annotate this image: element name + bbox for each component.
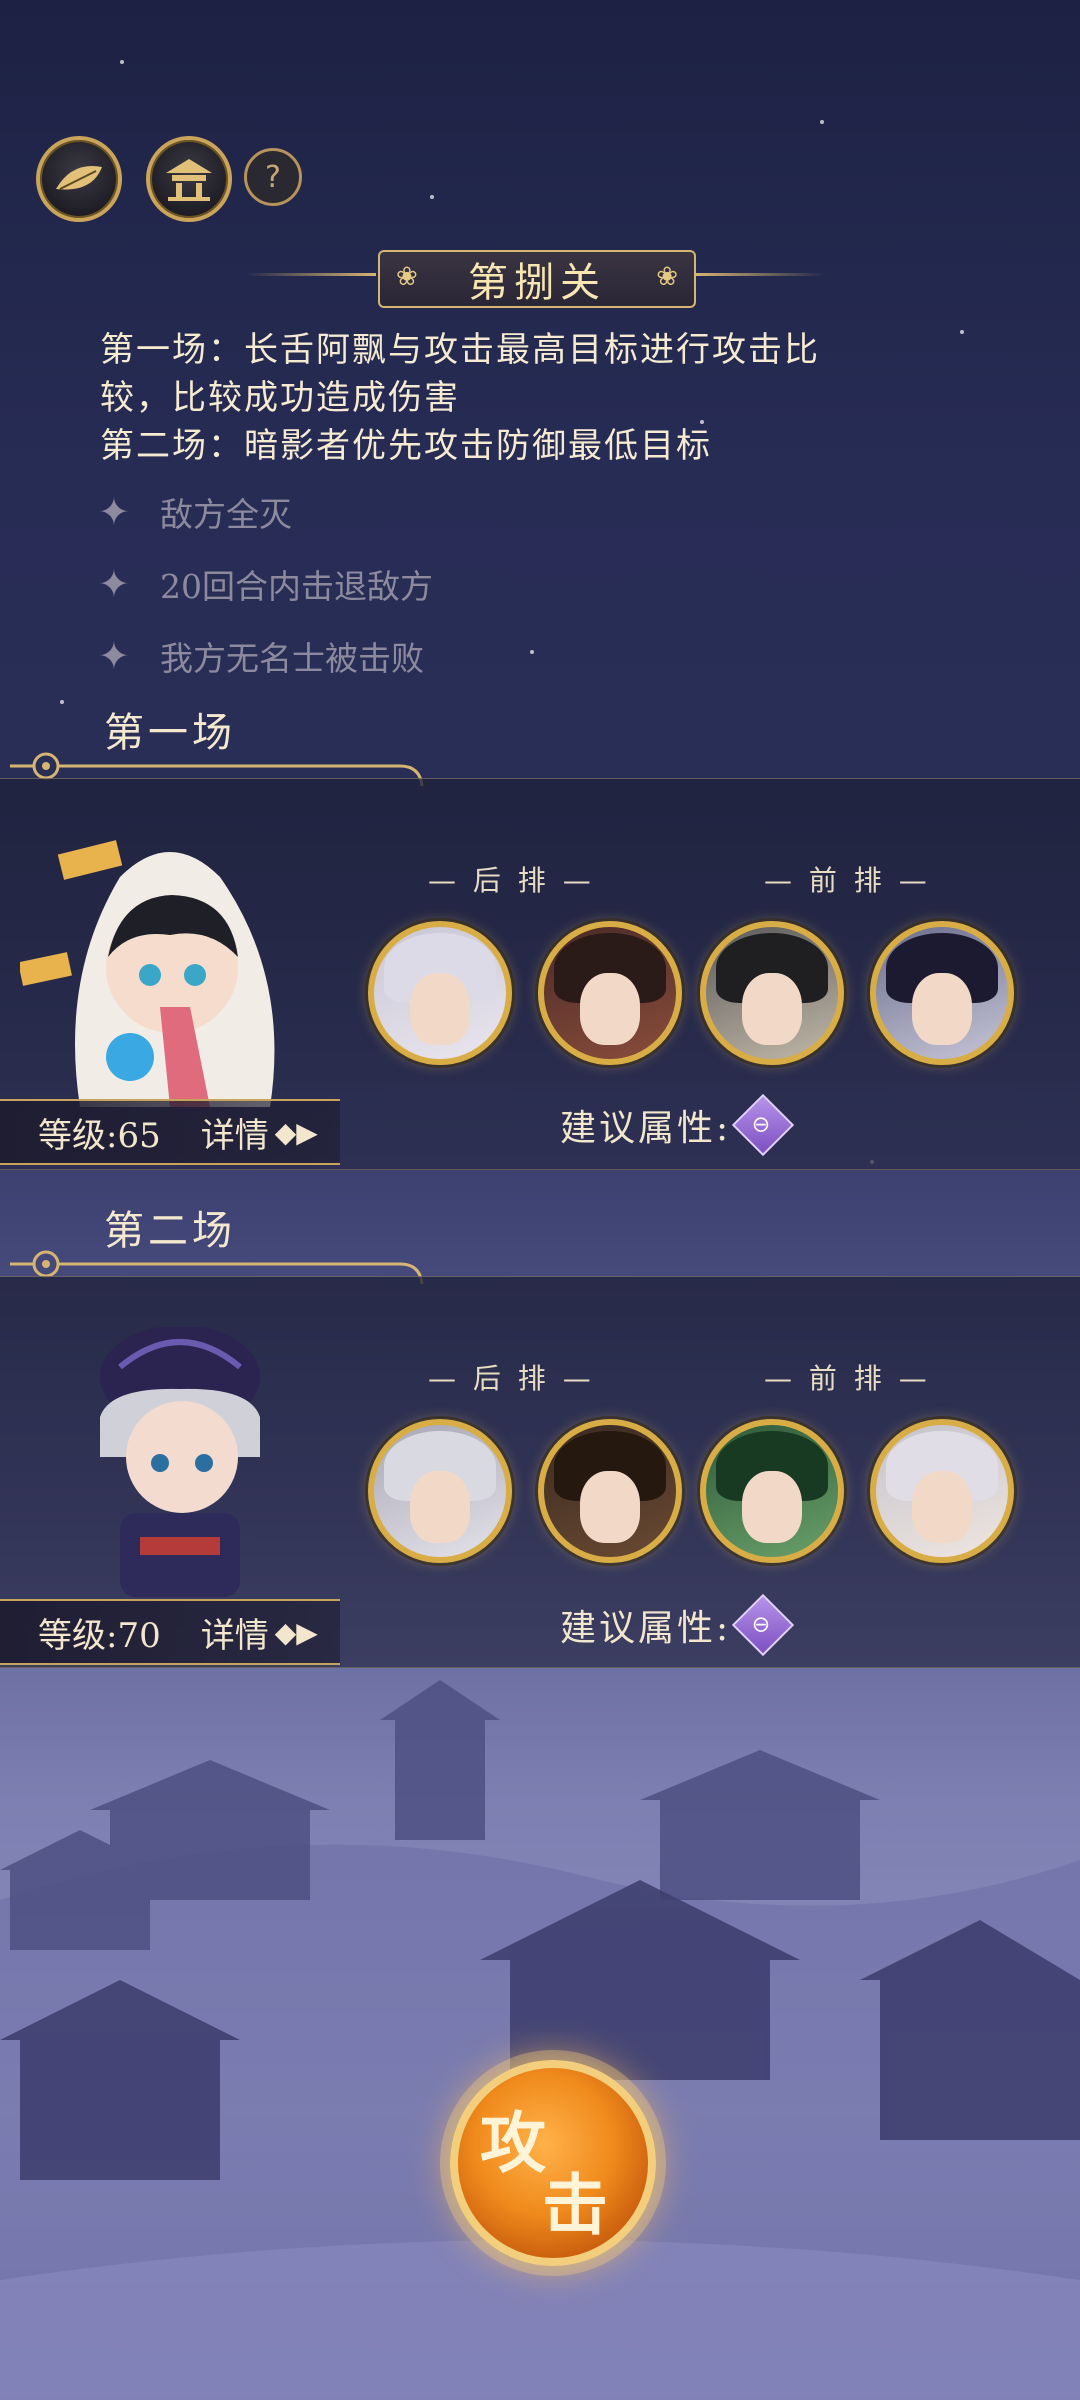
front-row-label: — 前 排 — [764,1362,931,1395]
level-text: 等级:65 [38,1115,161,1156]
front-row-label: — 前 排 — [764,864,931,897]
boss-shadow-avatar[interactable] [70,1327,290,1597]
battle-1-level-bar: 等级:65 详情 ◆▶ [0,1099,340,1165]
banner-line-left [246,273,376,276]
detail-button[interactable]: 详情 [201,1108,269,1157]
arrow-right-icon: ◆▶ [274,1615,318,1649]
attribute-icon[interactable]: ⊖ [732,1593,795,1657]
attribute-icon[interactable]: ⊖ [732,1093,795,1157]
hero-portrait[interactable] [368,1419,512,1563]
condition-item: ✦ 20回合内击退敌方 [98,562,433,606]
sparkle-icon: ✦ [98,490,130,534]
hero-portrait[interactable] [870,921,1014,1065]
rule-line-3: 第二场：暗影者优先攻击防御最低目标 [100,426,712,466]
rear-row-label: — 后 排 — [428,864,595,897]
hero-portrait[interactable] [538,1419,682,1563]
hero-portrait[interactable] [538,921,682,1065]
rear-row-label: — 后 排 — [428,1362,595,1395]
condition-item: ✦ 我方无名士被击败 [98,634,424,678]
hero-portrait[interactable] [700,921,844,1065]
battle-1-panel: 等级:65 详情 ◆▶ — 后 排 — — 前 排 — 建议属性: ⊖ [0,778,1080,1170]
condition-item: ✦ 敌方全灭 [98,490,292,534]
detail-button[interactable]: 详情 [201,1608,269,1657]
flower-icon: ❀ [656,262,678,292]
hero-portrait[interactable] [700,1419,844,1563]
sparkle-icon: ✦ [98,562,130,606]
hero-portrait[interactable] [870,1419,1014,1563]
stage-banner: ❀ 第捌关 ❀ [378,250,696,308]
palace-background [0,1680,1080,2400]
attack-button[interactable]: 攻 击 [450,2060,656,2266]
suggested-attribute: 建议属性: ⊖ [560,1093,795,1157]
battle-2-panel: 等级:70 详情 ◆▶ — 后 排 — — 前 排 — 建议属性: ⊖ [0,1276,1080,1668]
flower-icon: ❀ [396,262,418,292]
suggested-attribute: 建议属性: ⊖ [560,1593,795,1657]
sparkle-icon: ✦ [98,634,130,678]
hero-portrait[interactable] [368,921,512,1065]
help-icon[interactable]: ? [244,148,302,206]
banner-line-right [694,273,824,276]
level-text: 等级:70 [38,1615,161,1656]
stage-title: 第捌关 [468,260,606,306]
battle-2-level-bar: 等级:70 详情 ◆▶ [0,1599,340,1665]
arrow-right-icon: ◆▶ [274,1115,318,1149]
boss-ghost-avatar[interactable] [20,817,320,1117]
rule-line-2: 较，比较成功造成伤害 [100,378,460,418]
rule-line-1: 第一场：长舌阿飘与攻击最高目标进行攻击比 [100,330,820,370]
pavilion-icon[interactable] [146,136,232,222]
leaf-emblem-icon[interactable] [36,136,122,222]
